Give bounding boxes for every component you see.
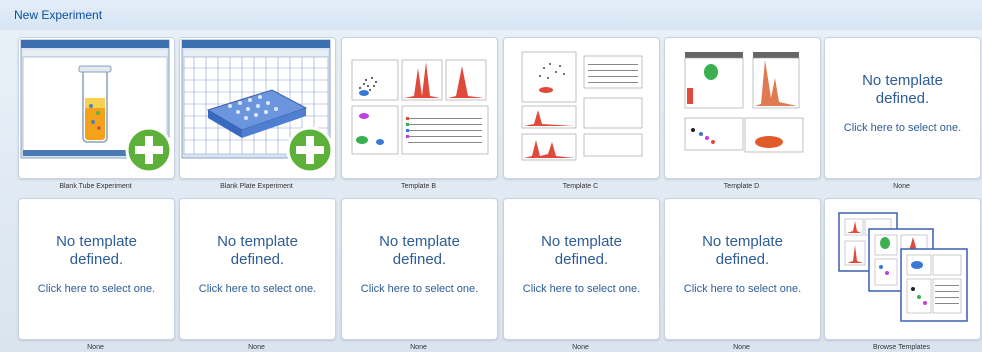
card-caption: Blank Tube Experiment <box>59 183 132 190</box>
empty-template-slot[interactable]: No template defined. Click here to selec… <box>503 198 660 340</box>
no-template-message: No template defined. <box>217 233 298 268</box>
add-icon[interactable] <box>125 126 173 174</box>
card-caption: Template B <box>400 183 437 190</box>
blank-plate-experiment-card[interactable] <box>179 37 336 179</box>
no-template-message: No template defined. <box>702 233 783 268</box>
empty-template-slot[interactable]: No template defined. Click here to selec… <box>341 198 498 340</box>
template-d-thumbnail <box>684 52 804 153</box>
template-c-thumbnail <box>521 51 643 161</box>
empty-template-slot[interactable]: No template defined. Click here to selec… <box>179 198 336 340</box>
template-d-card[interactable] <box>664 37 821 179</box>
card-caption: None <box>410 344 427 351</box>
select-template-link[interactable]: Click here to select one. <box>19 283 174 295</box>
page-title: New Experiment <box>14 8 103 22</box>
card-caption: Template D <box>723 183 760 190</box>
card-caption: None <box>572 344 589 351</box>
select-template-link[interactable]: Click here to select one. <box>665 283 820 295</box>
select-template-link[interactable]: Click here to select one. <box>342 283 497 295</box>
template-b-thumbnail <box>351 59 489 155</box>
stacked-templates-icon <box>838 212 968 322</box>
card-caption: None <box>733 344 750 351</box>
card-caption: None <box>248 344 265 351</box>
select-template-link[interactable]: Click here to select one. <box>825 122 980 134</box>
select-template-link[interactable]: Click here to select one. <box>180 283 335 295</box>
header-bar: New Experiment <box>0 0 982 30</box>
select-template-link[interactable]: Click here to select one. <box>504 283 659 295</box>
template-c-card[interactable] <box>503 37 660 179</box>
browse-templates-card[interactable] <box>824 198 981 340</box>
empty-template-slot[interactable]: No template defined. Click here to selec… <box>824 37 981 179</box>
blank-tube-experiment-card[interactable] <box>18 37 175 179</box>
template-b-card[interactable] <box>341 37 498 179</box>
card-caption: None <box>893 183 910 190</box>
no-template-message: No template defined. <box>379 233 460 268</box>
card-caption: Template C <box>562 183 599 190</box>
no-template-message: No template defined. <box>56 233 137 268</box>
card-caption: Blank Plate Experiment <box>220 183 293 190</box>
card-caption: None <box>87 344 104 351</box>
empty-template-slot[interactable]: No template defined. Click here to selec… <box>664 198 821 340</box>
no-template-message: No template defined. <box>862 72 943 107</box>
add-icon[interactable] <box>286 126 334 174</box>
card-caption: Browse Templates <box>872 344 931 351</box>
empty-template-slot[interactable]: No template defined. Click here to selec… <box>18 198 175 340</box>
no-template-message: No template defined. <box>541 233 622 268</box>
